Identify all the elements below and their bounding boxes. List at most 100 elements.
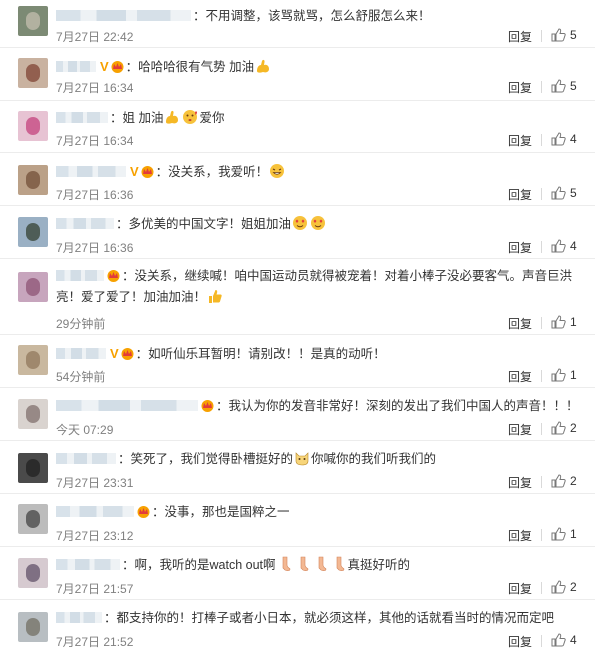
- reply-button[interactable]: 回复: [508, 186, 532, 203]
- comment-body: ：笑死了，我们觉得卧槽挺好的 你喊你的我们听我们的: [56, 449, 579, 470]
- like-count: 5: [570, 186, 577, 200]
- comment-item: V ：哈哈哈很有气势 加油 7月27日 16:34 回复 5: [0, 48, 595, 101]
- comment-item: ：没关系，继续喊！咱中国运动员就得被宠着！对着小棒子没必要客气。声音巨洪亮！爱了…: [0, 259, 595, 335]
- comment-item: V ：如听仙乐耳暂明！请别改！！是真的动听！ 54分钟前 回复 1: [0, 335, 595, 388]
- avatar[interactable]: [18, 111, 48, 141]
- thumbs-up-icon[interactable]: [551, 474, 566, 488]
- reply-button[interactable]: 回复: [508, 474, 532, 491]
- reply-button[interactable]: 回复: [508, 368, 532, 385]
- avatar[interactable]: [18, 58, 48, 88]
- username-blurred[interactable]: [56, 453, 116, 464]
- divider: [541, 582, 542, 594]
- comment-item: ：多优美的中国文字！姐姐加油 7月27日 16:36 回复 4: [0, 206, 595, 259]
- username-blurred[interactable]: [56, 166, 126, 177]
- avatar[interactable]: [18, 272, 48, 302]
- thumbs-up-icon[interactable]: [551, 527, 566, 541]
- vip-crown-icon: [107, 270, 120, 282]
- avatar[interactable]: [18, 165, 48, 195]
- comment-time: 7月27日 16:34: [56, 134, 134, 148]
- comment-item: ：不用调整，该骂就骂，怎么舒服怎么来！ 7月27日 22:42 回复 5: [0, 0, 595, 48]
- reply-button[interactable]: 回复: [508, 527, 532, 544]
- like-count: 2: [570, 580, 577, 594]
- grin-emoji-icon: [270, 164, 285, 178]
- username-blurred[interactable]: [56, 61, 96, 72]
- username-blurred[interactable]: [56, 270, 104, 281]
- divider: [541, 134, 542, 146]
- leg-emoji-icon: [300, 556, 308, 571]
- username-blurred[interactable]: [56, 612, 102, 623]
- comment-time: 7月27日 21:52: [56, 635, 134, 649]
- like-count: 4: [570, 239, 577, 253]
- comment-text: ：不用调整，该骂就骂，怎么舒服怎么来！: [193, 9, 431, 23]
- divider: [541, 529, 542, 541]
- reply-button[interactable]: 回复: [508, 132, 532, 149]
- comment-body: V ：哈哈哈很有气势 加油: [56, 56, 579, 78]
- avatar[interactable]: [18, 558, 48, 588]
- thumbs-up-icon[interactable]: [551, 368, 566, 382]
- avatar[interactable]: [18, 6, 48, 36]
- thumbs-up-icon[interactable]: [551, 239, 566, 253]
- comment-body: V ：没关系，我爱听！: [56, 161, 579, 183]
- thumbs-up-icon[interactable]: [551, 79, 566, 93]
- avatar[interactable]: [18, 504, 48, 534]
- vip-crown-icon: [121, 348, 134, 360]
- comment-item: ：我认为你的发音非常好！深刻的发出了我们中国人的声音！！！ 今天 07:29 回…: [0, 388, 595, 441]
- comment-item: V ：没关系，我爱听！ 7月27日 16:36 回复 5: [0, 153, 595, 206]
- thumbs-up-icon[interactable]: [551, 28, 566, 42]
- reply-button[interactable]: 回复: [508, 315, 532, 332]
- comment-item: ：啊，我听的是watch out啊 真挺好听的 7月27日 21:57 回复 2: [0, 547, 595, 600]
- thumbs-up-icon[interactable]: [551, 633, 566, 647]
- thumbs-up-icon[interactable]: [551, 315, 566, 329]
- avatar[interactable]: [18, 217, 48, 247]
- comment-time: 今天 07:29: [56, 423, 114, 437]
- reply-button[interactable]: 回复: [508, 79, 532, 96]
- comment-time: 7月27日 16:34: [56, 81, 134, 95]
- comment-time: 7月27日 21:57: [56, 582, 134, 596]
- username-blurred[interactable]: [56, 506, 134, 517]
- username-blurred[interactable]: [56, 10, 191, 21]
- like-count: 4: [570, 633, 577, 647]
- divider: [541, 241, 542, 253]
- comment-item: ：都支持你的！打棒子或者小日本，就必须这样，其他的话就看当时的情况而定吧 7月2…: [0, 600, 595, 656]
- comment-body: ：都支持你的！打棒子或者小日本，就必须这样，其他的话就看当时的情况而定吧: [56, 608, 579, 629]
- vip-crown-icon: [137, 506, 150, 518]
- avatar[interactable]: [18, 453, 48, 483]
- username-blurred[interactable]: [56, 112, 108, 123]
- muscle-emoji-icon: [257, 59, 270, 73]
- verified-badge-icon: V: [130, 164, 139, 179]
- thumbs-up-icon[interactable]: [551, 421, 566, 435]
- heart-eyes-emoji-icon: [311, 216, 326, 230]
- reply-button[interactable]: 回复: [508, 28, 532, 45]
- reply-button[interactable]: 回复: [508, 580, 532, 597]
- username-blurred[interactable]: [56, 559, 120, 570]
- avatar[interactable]: [18, 612, 48, 642]
- comment-text: ：我认为你的发音非常好！深刻的发出了我们中国人的声音！！！: [216, 399, 579, 413]
- leg-emoji-icon: [336, 556, 344, 571]
- comment-time: 7月27日 23:31: [56, 476, 134, 490]
- username-blurred[interactable]: [56, 218, 114, 229]
- leg-emoji-icon: [282, 556, 290, 571]
- thumbs-up-icon[interactable]: [551, 580, 566, 594]
- comment-text: ：都支持你的！打棒子或者小日本，就必须这样，其他的话就看当时的情况而定吧: [104, 611, 555, 625]
- username-blurred[interactable]: [56, 400, 198, 411]
- comment-time: 7月27日 23:12: [56, 529, 134, 543]
- reply-button[interactable]: 回复: [508, 239, 532, 256]
- reply-button[interactable]: 回复: [508, 633, 532, 650]
- thumbs-up-icon[interactable]: [551, 132, 566, 146]
- comment-text-tail: 真挺好听的: [347, 558, 411, 572]
- username-blurred[interactable]: [56, 348, 106, 359]
- muscle-emoji-icon: [166, 110, 179, 124]
- kiss-emoji-icon: [183, 110, 198, 124]
- comment-body: ：没关系，继续喊！咱中国运动员就得被宠着！对着小棒子没必要客气。声音巨洪亮！爱了…: [56, 266, 579, 308]
- reply-button[interactable]: 回复: [508, 421, 532, 438]
- comment-text: ：笑死了，我们觉得卧槽挺好的: [118, 452, 294, 466]
- thumbs-up-icon[interactable]: [551, 186, 566, 200]
- leg-emoji-icon: [318, 556, 326, 571]
- comment-time: 29分钟前: [56, 317, 106, 331]
- avatar[interactable]: [18, 399, 48, 429]
- avatar[interactable]: [18, 345, 48, 375]
- divider: [541, 81, 542, 93]
- divider: [541, 317, 542, 329]
- vip-crown-icon: [141, 166, 154, 178]
- comment-text: ：姐 加油: [110, 111, 164, 125]
